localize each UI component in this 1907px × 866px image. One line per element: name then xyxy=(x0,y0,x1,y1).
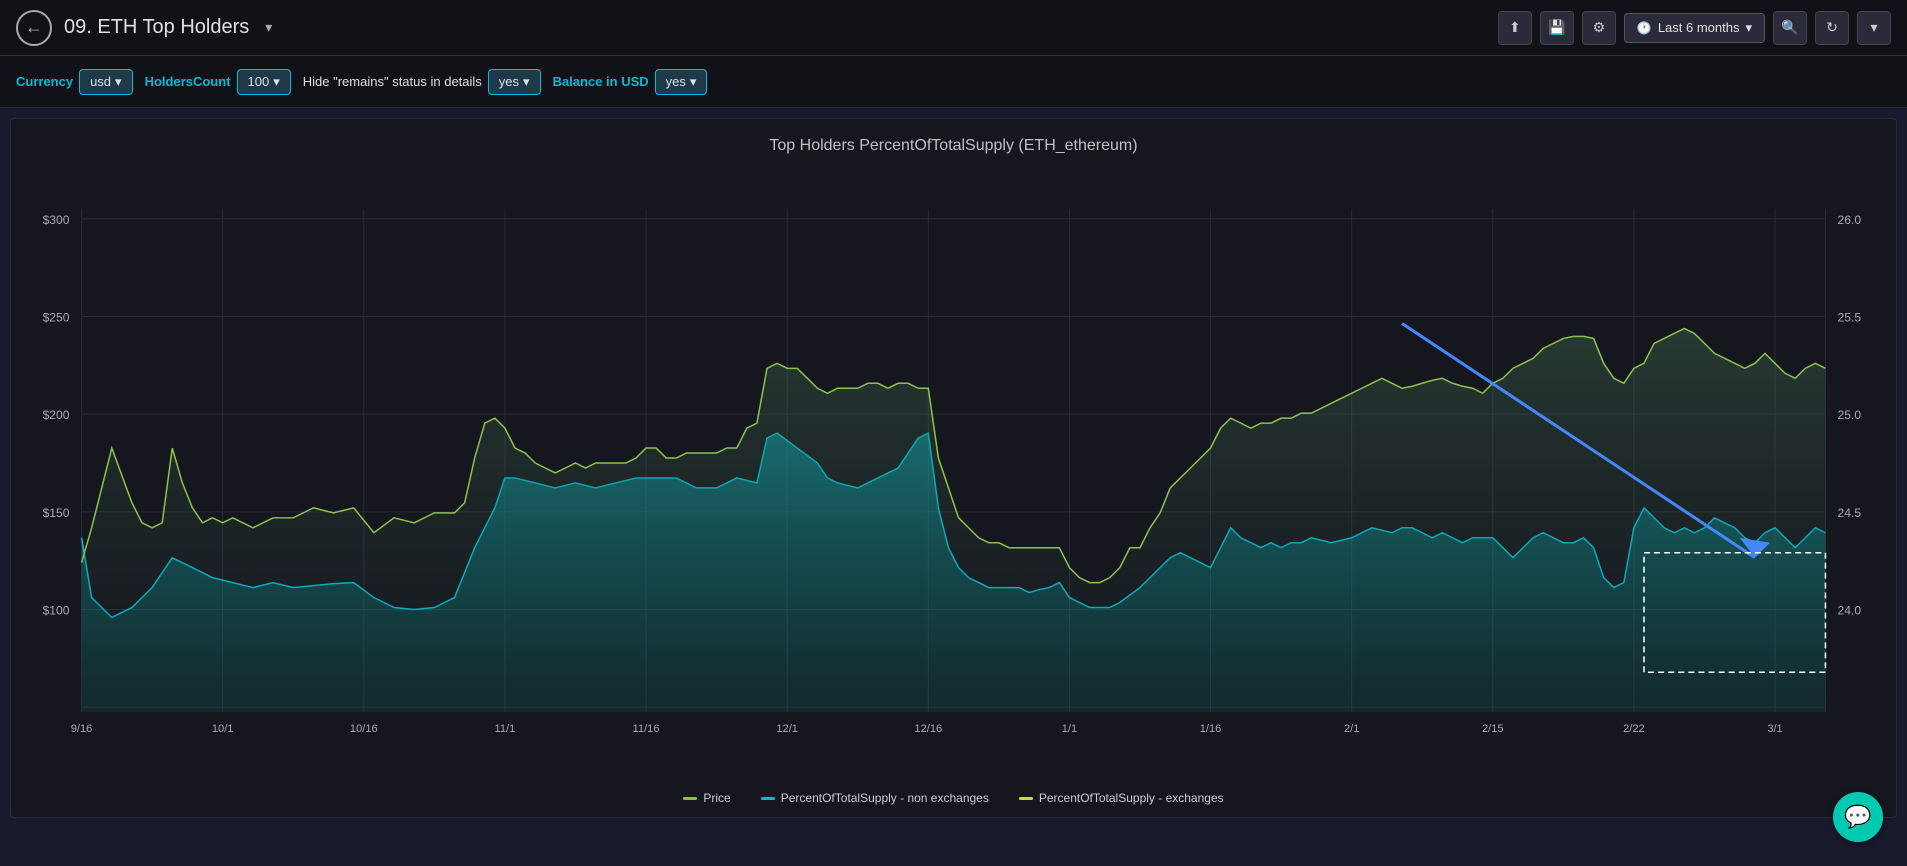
balance-usd-select[interactable]: yes ▾ xyxy=(655,69,708,95)
svg-text:9/16: 9/16 xyxy=(71,723,93,735)
balance-usd-value: yes xyxy=(666,74,686,89)
holders-count-label: HoldersCount xyxy=(145,74,231,89)
svg-text:$150: $150 xyxy=(43,506,70,520)
time-range-button[interactable]: 🕐 Last 6 months ▾ xyxy=(1624,13,1765,43)
svg-text:1/1: 1/1 xyxy=(1062,723,1077,735)
svg-text:2/15: 2/15 xyxy=(1482,723,1504,735)
currency-label: Currency xyxy=(16,74,73,89)
more-button[interactable]: ▾ xyxy=(1857,11,1891,45)
gear-icon: ⚙ xyxy=(1593,19,1606,36)
currency-value: usd xyxy=(90,74,111,89)
svg-text:2/1: 2/1 xyxy=(1344,723,1359,735)
refresh-button[interactable]: ↻ xyxy=(1815,11,1849,45)
refresh-icon: ↻ xyxy=(1826,19,1838,36)
svg-text:1/16: 1/16 xyxy=(1200,723,1222,735)
chart-container: Top Holders PercentOfTotalSupply (ETH_et… xyxy=(10,118,1897,818)
page-title: 09. ETH Top Holders xyxy=(64,16,249,39)
svg-text:$250: $250 xyxy=(43,311,70,325)
save-icon: 💾 xyxy=(1548,19,1565,36)
share-button[interactable]: ⬆ xyxy=(1498,11,1532,45)
svg-text:24.0: 24.0 xyxy=(1838,604,1862,618)
save-button[interactable]: 💾 xyxy=(1540,11,1574,45)
chat-icon: 💬 xyxy=(1844,804,1871,830)
share-icon: ⬆ xyxy=(1509,19,1521,36)
legend-price-color xyxy=(683,797,697,800)
time-range-label: Last 6 months xyxy=(1658,20,1740,35)
legend-non-exchanges: PercentOfTotalSupply - non exchanges xyxy=(761,791,989,805)
svg-text:$300: $300 xyxy=(43,213,70,227)
title-dropdown-icon[interactable]: ▾ xyxy=(265,19,272,36)
hide-remains-caret-icon: ▾ xyxy=(523,74,530,90)
svg-text:12/16: 12/16 xyxy=(914,723,942,735)
currency-select[interactable]: usd ▾ xyxy=(79,69,133,95)
back-icon: ← xyxy=(25,17,43,38)
svg-text:$100: $100 xyxy=(43,604,70,618)
balance-usd-caret-icon: ▾ xyxy=(690,74,697,90)
svg-text:3/1: 3/1 xyxy=(1767,723,1782,735)
holders-count-value: 100 xyxy=(248,74,270,89)
svg-text:25.0: 25.0 xyxy=(1838,408,1862,422)
chart-legend: Price PercentOfTotalSupply - non exchang… xyxy=(11,791,1896,805)
legend-exchanges: PercentOfTotalSupply - exchanges xyxy=(1019,791,1224,805)
back-button[interactable]: ← xyxy=(16,10,52,46)
search-button[interactable]: 🔍 xyxy=(1773,11,1807,45)
toolbar: Currency usd ▾ HoldersCount 100 ▾ Hide "… xyxy=(0,56,1907,108)
chevron-down-icon: ▾ xyxy=(1870,19,1877,36)
search-icon: 🔍 xyxy=(1781,19,1798,36)
svg-text:$200: $200 xyxy=(43,408,70,422)
balance-usd-param: Balance in USD yes ▾ xyxy=(553,69,708,95)
legend-exchanges-color xyxy=(1019,797,1033,800)
chart-svg: $300 $250 $200 $150 $100 26.0 25.5 25.0 … xyxy=(11,169,1896,757)
clock-icon: 🕐 xyxy=(1637,21,1652,35)
legend-price: Price xyxy=(683,791,730,805)
chat-button[interactable]: 💬 xyxy=(1833,792,1883,842)
settings-button[interactable]: ⚙ xyxy=(1582,11,1616,45)
header: ← 09. ETH Top Holders ▾ ⬆ 💾 ⚙ 🕐 Last 6 m… xyxy=(0,0,1907,56)
holders-count-param: HoldersCount 100 ▾ xyxy=(145,69,291,95)
holders-count-caret-icon: ▾ xyxy=(273,74,280,90)
svg-text:10/16: 10/16 xyxy=(350,723,378,735)
svg-text:24.5: 24.5 xyxy=(1838,506,1862,520)
hide-remains-select[interactable]: yes ▾ xyxy=(488,69,541,95)
time-range-caret-icon: ▾ xyxy=(1745,20,1752,36)
legend-price-label: Price xyxy=(703,791,730,805)
legend-exchanges-label: PercentOfTotalSupply - exchanges xyxy=(1039,791,1224,805)
svg-text:2/22: 2/22 xyxy=(1623,723,1645,735)
hide-remains-label: Hide "remains" status in details xyxy=(303,74,482,89)
hide-remains-param: Hide "remains" status in details yes ▾ xyxy=(303,69,541,95)
chart-title: Top Holders PercentOfTotalSupply (ETH_et… xyxy=(11,119,1896,155)
legend-non-exchanges-label: PercentOfTotalSupply - non exchanges xyxy=(781,791,989,805)
svg-text:11/1: 11/1 xyxy=(495,723,516,735)
holders-count-select[interactable]: 100 ▾ xyxy=(237,69,291,95)
svg-text:10/1: 10/1 xyxy=(212,723,234,735)
currency-param: Currency usd ▾ xyxy=(16,69,133,95)
header-left: ← 09. ETH Top Holders ▾ xyxy=(16,10,272,46)
hide-remains-value: yes xyxy=(499,74,519,89)
svg-text:12/1: 12/1 xyxy=(776,723,798,735)
legend-non-exchanges-color xyxy=(761,797,775,800)
balance-usd-label: Balance in USD xyxy=(553,74,649,89)
header-right: ⬆ 💾 ⚙ 🕐 Last 6 months ▾ 🔍 ↻ ▾ xyxy=(1498,11,1891,45)
svg-text:11/16: 11/16 xyxy=(633,723,660,735)
svg-text:25.5: 25.5 xyxy=(1838,311,1862,325)
currency-caret-icon: ▾ xyxy=(115,74,122,90)
chart-svg-wrapper: $300 $250 $200 $150 $100 26.0 25.5 25.0 … xyxy=(11,169,1896,757)
svg-text:26.0: 26.0 xyxy=(1838,213,1862,227)
